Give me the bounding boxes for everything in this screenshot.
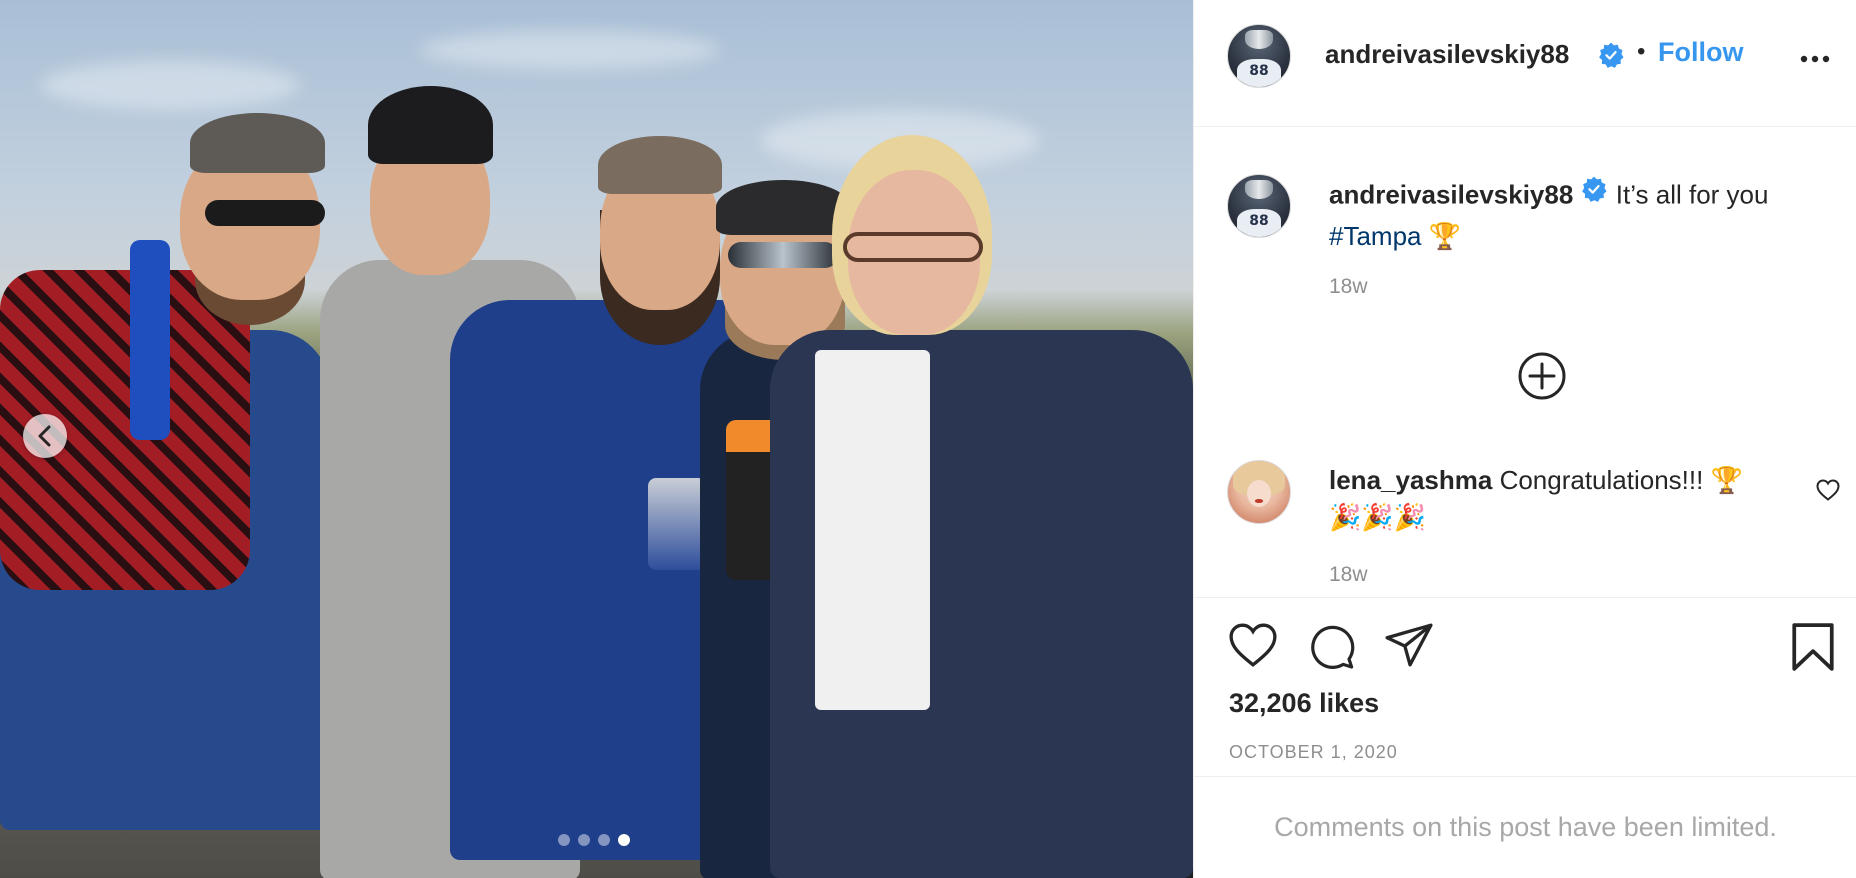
author-avatar[interactable]: 88 [1227, 24, 1291, 88]
caption-text: It’s all for you [1615, 179, 1769, 210]
post-header: 88 andreivasilevskiy88 • Follow [1194, 0, 1856, 127]
post-actions: 32,206 likes OCTOBER 1, 2020 [1194, 597, 1856, 777]
trophy-shape [1245, 29, 1273, 49]
can [648, 478, 706, 570]
follow-button[interactable]: Follow [1658, 37, 1743, 68]
cloud [40, 60, 300, 110]
carousel-dot [578, 834, 590, 846]
bookmark-icon[interactable] [1790, 622, 1836, 677]
jersey-number: 88 [1249, 63, 1269, 80]
comments-limited-notice: Comments on this post have been limited. [1274, 812, 1777, 842]
like-heart-icon[interactable] [1228, 622, 1278, 673]
comment-timestamp[interactable]: 18w [1329, 563, 1368, 587]
caption-author-avatar[interactable]: 88 [1227, 174, 1291, 238]
verified-badge-icon [1598, 42, 1624, 73]
comment-icon[interactable] [1307, 622, 1357, 675]
comment-like-heart-icon[interactable] [1816, 479, 1840, 506]
post-sidebar: 88 andreivasilevskiy88 • Follow 88 andre… [1193, 0, 1856, 878]
comment-emoji: 🎉🎉🎉 [1329, 502, 1427, 532]
comments-section: 88 andreivasilevskiy88 It’s all for you … [1194, 127, 1856, 597]
hashtag-link[interactable]: #Tampa [1329, 221, 1422, 251]
load-more-comments-button[interactable] [1517, 351, 1567, 406]
author-username[interactable]: andreivasilevskiy88 [1325, 39, 1569, 70]
eyeglasses [843, 232, 983, 262]
bottle [130, 240, 170, 440]
caption-username[interactable]: andreivasilevskiy88 [1329, 179, 1573, 209]
cloud [420, 30, 720, 70]
chevron-left-icon [38, 425, 51, 447]
verified-badge-icon [1581, 175, 1607, 212]
commenter-username[interactable]: lena_yashma [1329, 465, 1492, 495]
carousel-indicator [558, 834, 630, 846]
caption-timestamp[interactable]: 18w [1329, 275, 1368, 299]
share-icon[interactable] [1384, 622, 1434, 673]
caption: andreivasilevskiy88 It’s all for you #Ta… [1329, 175, 1829, 255]
face-shape [1246, 479, 1272, 508]
comment-text: Congratulations!!! 🏆 [1499, 465, 1743, 495]
white-shirt [815, 350, 930, 710]
trophy-shape [1245, 179, 1273, 199]
carousel-dot-active [618, 834, 630, 846]
plus-circle-icon [1518, 352, 1566, 400]
carousel-dot [598, 834, 610, 846]
carousel-dot [558, 834, 570, 846]
jersey-number: 88 [1249, 213, 1269, 230]
header-separator: • [1637, 38, 1646, 65]
likes-count[interactable]: 32,206 likes [1229, 688, 1379, 719]
post-date: OCTOBER 1, 2020 [1229, 742, 1398, 762]
more-options-icon[interactable] [1800, 50, 1830, 68]
comment-body: lena_yashma Congratulations!!! 🏆 🎉🎉🎉 [1329, 462, 1769, 536]
carousel-prev-button[interactable] [23, 414, 67, 458]
post-photo[interactable] [0, 0, 1193, 878]
commenter-avatar[interactable] [1227, 460, 1291, 524]
trophy-emoji: 🏆 [1428, 221, 1462, 251]
